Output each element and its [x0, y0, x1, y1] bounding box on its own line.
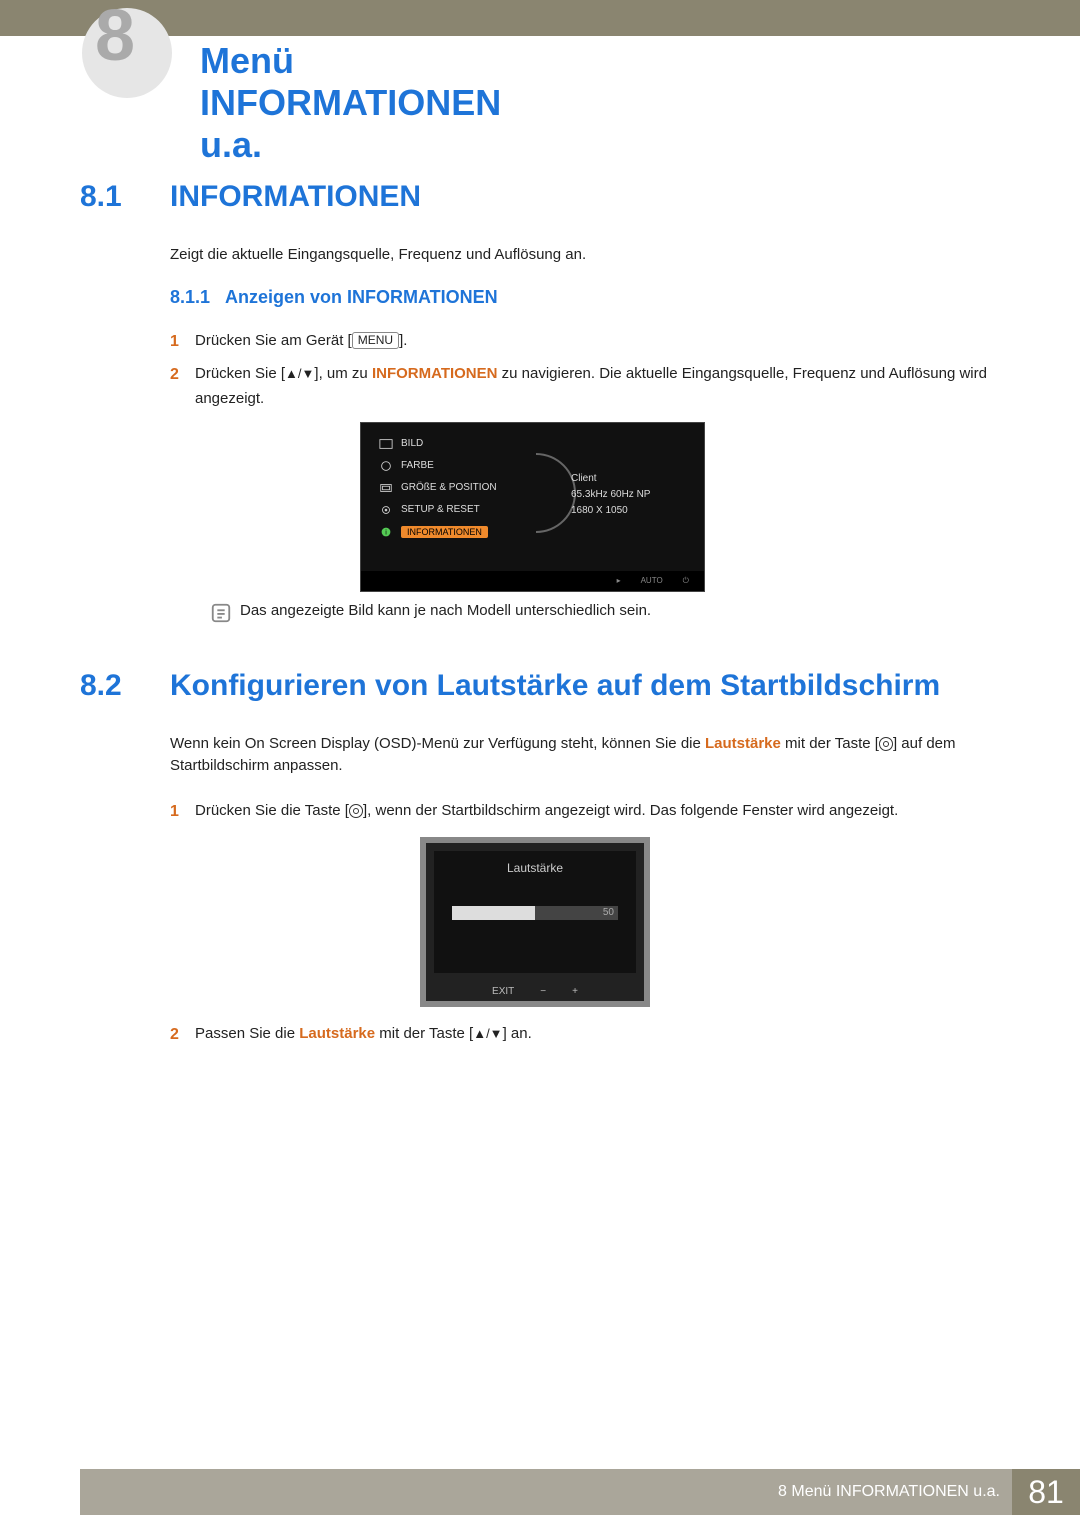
text: mit der Taste [ — [781, 735, 879, 752]
up-down-arrows-icon: ▲/▼ — [473, 1026, 502, 1041]
auto-label: AUTO — [641, 576, 663, 585]
osd-menu-item-setup: SETUP & RESET — [379, 499, 497, 521]
osd-bottom-bar: ▸ AUTO ⏻ — [361, 571, 704, 591]
chapter-number: 8 — [95, 0, 135, 77]
step-text: Passen Sie die Lautstärke mit der Taste … — [195, 1021, 1000, 1048]
osd-menu-list: BILD FARBE GRÖßE & POSITION SETUP & RESE… — [379, 433, 497, 543]
step-1: 1 Drücken Sie am Gerät [MENU]. — [170, 328, 1000, 355]
section-8-2-intro: Wenn kein On Screen Display (OSD)-Menü z… — [170, 733, 1000, 778]
chapter-title: Menü INFORMATIONEN u.a. — [200, 40, 1080, 166]
text: ], um zu — [314, 365, 372, 382]
circle-button-icon — [349, 804, 363, 818]
color-icon — [379, 460, 393, 472]
osd-volume-inner: Lautstärke 50 — [434, 851, 636, 973]
osd-volume-title: Lautstärke — [434, 851, 636, 875]
note: Das angezeigte Bild kann je nach Modell … — [210, 602, 1000, 629]
page-number: 81 — [1012, 1469, 1080, 1515]
step-1: 1 Drücken Sie die Taste [ ], wenn der Sta… — [170, 798, 1000, 825]
text: Drücken Sie am Gerät [ — [195, 332, 352, 349]
subsection-8-1-1-heading: 8.1.1 Anzeigen von INFORMATIONEN — [170, 287, 1000, 308]
info-icon: i — [379, 526, 393, 538]
enter-icon: ▸ — [617, 576, 621, 585]
note-text: Das angezeigte Bild kann je nach Modell … — [240, 602, 651, 629]
picture-icon — [379, 438, 393, 450]
osd-pointer-arc — [536, 453, 576, 533]
osd-volume-bar — [452, 906, 618, 920]
circle-button-icon — [879, 737, 893, 751]
note-icon — [210, 602, 240, 629]
label: FARBE — [401, 460, 434, 471]
page-content: 8.1 INFORMATIONEN Zeigt die aktuelle Ein… — [80, 180, 1000, 1054]
osd-volume-screenshot: Lautstärke 50 EXIT − + — [420, 837, 650, 1007]
step-text: Drücken Sie die Taste [ ], wenn der Start… — [195, 798, 1000, 825]
section-title: INFORMATIONEN — [170, 180, 421, 214]
label: GRÖßE & POSITION — [401, 482, 497, 493]
label: SETUP & RESET — [401, 504, 480, 515]
footer-text: 8 Menü INFORMATIONEN u.a. — [778, 1483, 1012, 1501]
text: Drücken Sie [ — [195, 365, 285, 382]
section-title: Konfigurieren von Lautstärke auf dem Sta… — [170, 669, 940, 703]
info-source: Client — [571, 471, 650, 487]
section-number: 8.1 — [80, 180, 170, 214]
section-8-2-heading: 8.2 Konfigurieren von Lautstärke auf dem… — [80, 669, 1000, 703]
section-8-1-heading: 8.1 INFORMATIONEN — [80, 180, 1000, 214]
osd-info-panel: Client 65.3kHz 60Hz NP 1680 X 1050 — [571, 471, 650, 519]
osd-menu-item-farbe: FARBE — [379, 455, 497, 477]
text: Passen Sie die — [195, 1025, 299, 1042]
plus-icon: + — [572, 986, 578, 997]
osd-info-screenshot: BILD FARBE GRÖßE & POSITION SETUP & RESE… — [360, 422, 705, 592]
menu-button-label: MENU — [352, 332, 399, 350]
osd-volume-fill — [452, 906, 535, 920]
step-text: Drücken Sie am Gerät [MENU]. — [195, 328, 1000, 355]
keyword-lautstaerke: Lautstärke — [299, 1025, 375, 1042]
gear-icon — [379, 504, 393, 516]
keyword-informationen: INFORMATIONEN — [372, 365, 498, 382]
minus-icon: − — [540, 986, 546, 997]
keyword-lautstaerke: Lautstärke — [705, 735, 781, 752]
power-icon: ⏻ — [683, 576, 689, 586]
step-number: 1 — [170, 328, 195, 355]
text: ] an. — [503, 1025, 532, 1042]
text: Wenn kein On Screen Display (OSD)-Menü z… — [170, 735, 705, 752]
osd-volume-value: 50 — [603, 907, 614, 918]
exit-label: EXIT — [492, 986, 514, 997]
step-number: 2 — [170, 1021, 195, 1048]
info-resolution: 1680 X 1050 — [571, 503, 650, 519]
osd-menu-item-bild: BILD — [379, 433, 497, 455]
label: BILD — [401, 438, 423, 449]
size-icon — [379, 482, 393, 494]
step-text: Drücken Sie [▲/▼], um zu INFORMATIONEN z… — [195, 361, 1000, 412]
osd-menu-item-size: GRÖßE & POSITION — [379, 477, 497, 499]
up-down-arrows-icon: ▲/▼ — [285, 366, 314, 381]
osd-volume-buttons: EXIT − + — [426, 986, 644, 997]
step-2: 2 Drücken Sie [▲/▼], um zu INFORMATIONEN… — [170, 361, 1000, 412]
subsection-number: 8.1.1 — [170, 287, 225, 308]
label: INFORMATIONEN — [401, 526, 488, 538]
step-2: 2 Passen Sie die Lautstärke mit der Tast… — [170, 1021, 1000, 1048]
section-number: 8.2 — [80, 669, 170, 703]
step-number: 1 — [170, 798, 195, 825]
footer: 8 Menü INFORMATIONEN u.a. 81 — [80, 1469, 1080, 1515]
text: ], wenn der Startbildschirm angezeigt wi… — [363, 802, 898, 819]
section-8-1-intro: Zeigt die aktuelle Eingangsquelle, Frequ… — [170, 244, 1000, 267]
info-frequency: 65.3kHz 60Hz NP — [571, 487, 650, 503]
osd-menu-item-info-selected: i INFORMATIONEN — [379, 521, 497, 543]
step-number: 2 — [170, 361, 195, 412]
text: ]. — [399, 332, 407, 349]
subsection-title: Anzeigen von INFORMATIONEN — [225, 287, 498, 308]
text: Drücken Sie die Taste [ — [195, 802, 349, 819]
text: mit der Taste [ — [375, 1025, 473, 1042]
